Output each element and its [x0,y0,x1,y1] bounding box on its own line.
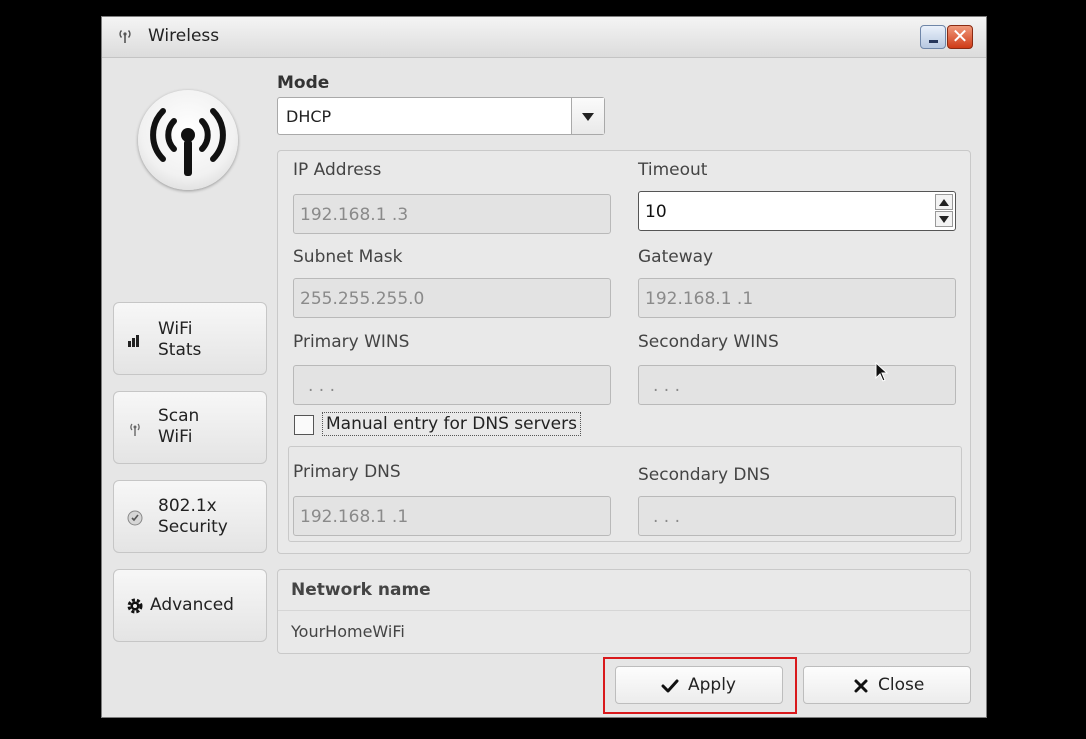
advanced-label: Advanced [150,595,234,615]
timeout-label: Timeout [638,160,708,180]
close-icon[interactable]: ✕ [947,25,973,49]
signal-bars-icon [128,335,139,347]
subnet-mask-value: 255.255.255.0 [300,289,425,309]
mouse-pointer-icon [875,362,889,382]
secondary-dns-field[interactable]: . . . [638,496,956,536]
subnet-mask-label: Subnet Mask [293,247,403,267]
primary-dns-label: Primary DNS [293,462,401,482]
gear-icon [127,598,143,614]
close-button[interactable]: Close [803,666,971,704]
secondary-wins-label: Secondary WINS [638,332,779,352]
wireless-window: Wireless ✕ WiFi Stats Scan WiFi 802.1x S… [101,16,987,718]
manual-dns-label[interactable]: Manual entry for DNS servers [322,412,581,436]
secondary-wins-field[interactable]: . . . [638,365,956,405]
scan-wifi-button[interactable]: Scan WiFi [113,391,267,464]
scan-wifi-label: Scan WiFi [158,406,200,447]
security-icon [127,510,143,526]
manual-dns-checkbox[interactable] [294,415,314,435]
title-bar[interactable]: Wireless ✕ [102,17,986,58]
close-label: Close [878,675,925,695]
mode-value: DHCP [286,107,332,126]
primary-wins-label: Primary WINS [293,332,410,352]
ip-settings-panel: IP Address 192.168.1 .3 Timeout 10 Subne… [277,150,971,554]
window-title: Wireless [148,26,220,46]
apply-highlight [603,657,797,714]
network-name-header: Network name [291,580,431,600]
secondary-dns-label: Secondary DNS [638,465,771,485]
ip-address-label: IP Address [293,160,382,180]
spin-up-icon[interactable] [935,194,953,210]
minimize-icon[interactable] [920,25,946,49]
advanced-button[interactable]: Advanced [113,569,267,642]
security-button[interactable]: 802.1x Security [113,480,267,553]
antenna-icon [130,423,140,436]
spin-down-icon[interactable] [935,211,953,227]
wifi-stats-button[interactable]: WiFi Stats [113,302,267,375]
gateway-field[interactable]: 192.168.1 .1 [638,278,956,318]
divider [278,610,970,611]
x-icon [854,679,868,693]
wifi-stats-label: WiFi Stats [158,319,202,360]
secondary-wins-value: . . . [653,376,681,396]
chevron-down-icon[interactable] [571,98,604,134]
timeout-stepper[interactable] [935,194,953,228]
security-label: 802.1x Security [158,496,228,537]
wireless-signal-icon [138,90,238,190]
mode-label: Mode [277,73,330,93]
subnet-mask-field[interactable]: 255.255.255.0 [293,278,611,318]
secondary-dns-value: . . . [653,507,681,527]
timeout-value: 10 [645,202,667,222]
primary-dns-field[interactable]: 192.168.1 .1 [293,496,611,536]
gateway-value: 192.168.1 .1 [645,289,754,309]
mode-select[interactable]: DHCP [277,97,605,135]
primary-wins-value: . . . [308,376,336,396]
ip-address-field[interactable]: 192.168.1 .3 [293,194,611,234]
primary-dns-value: 192.168.1 .1 [300,507,409,527]
network-name-panel: Network name YourHomeWiFi [277,569,971,654]
timeout-spinbox[interactable]: 10 [638,191,956,231]
wireless-antenna-icon [119,30,131,43]
network-name-value[interactable]: YourHomeWiFi [291,622,405,641]
gateway-label: Gateway [638,247,714,267]
dns-group: Primary DNS 192.168.1 .1 Secondary DNS .… [288,446,962,542]
ip-address-value: 192.168.1 .3 [300,205,409,225]
primary-wins-field[interactable]: . . . [293,365,611,405]
